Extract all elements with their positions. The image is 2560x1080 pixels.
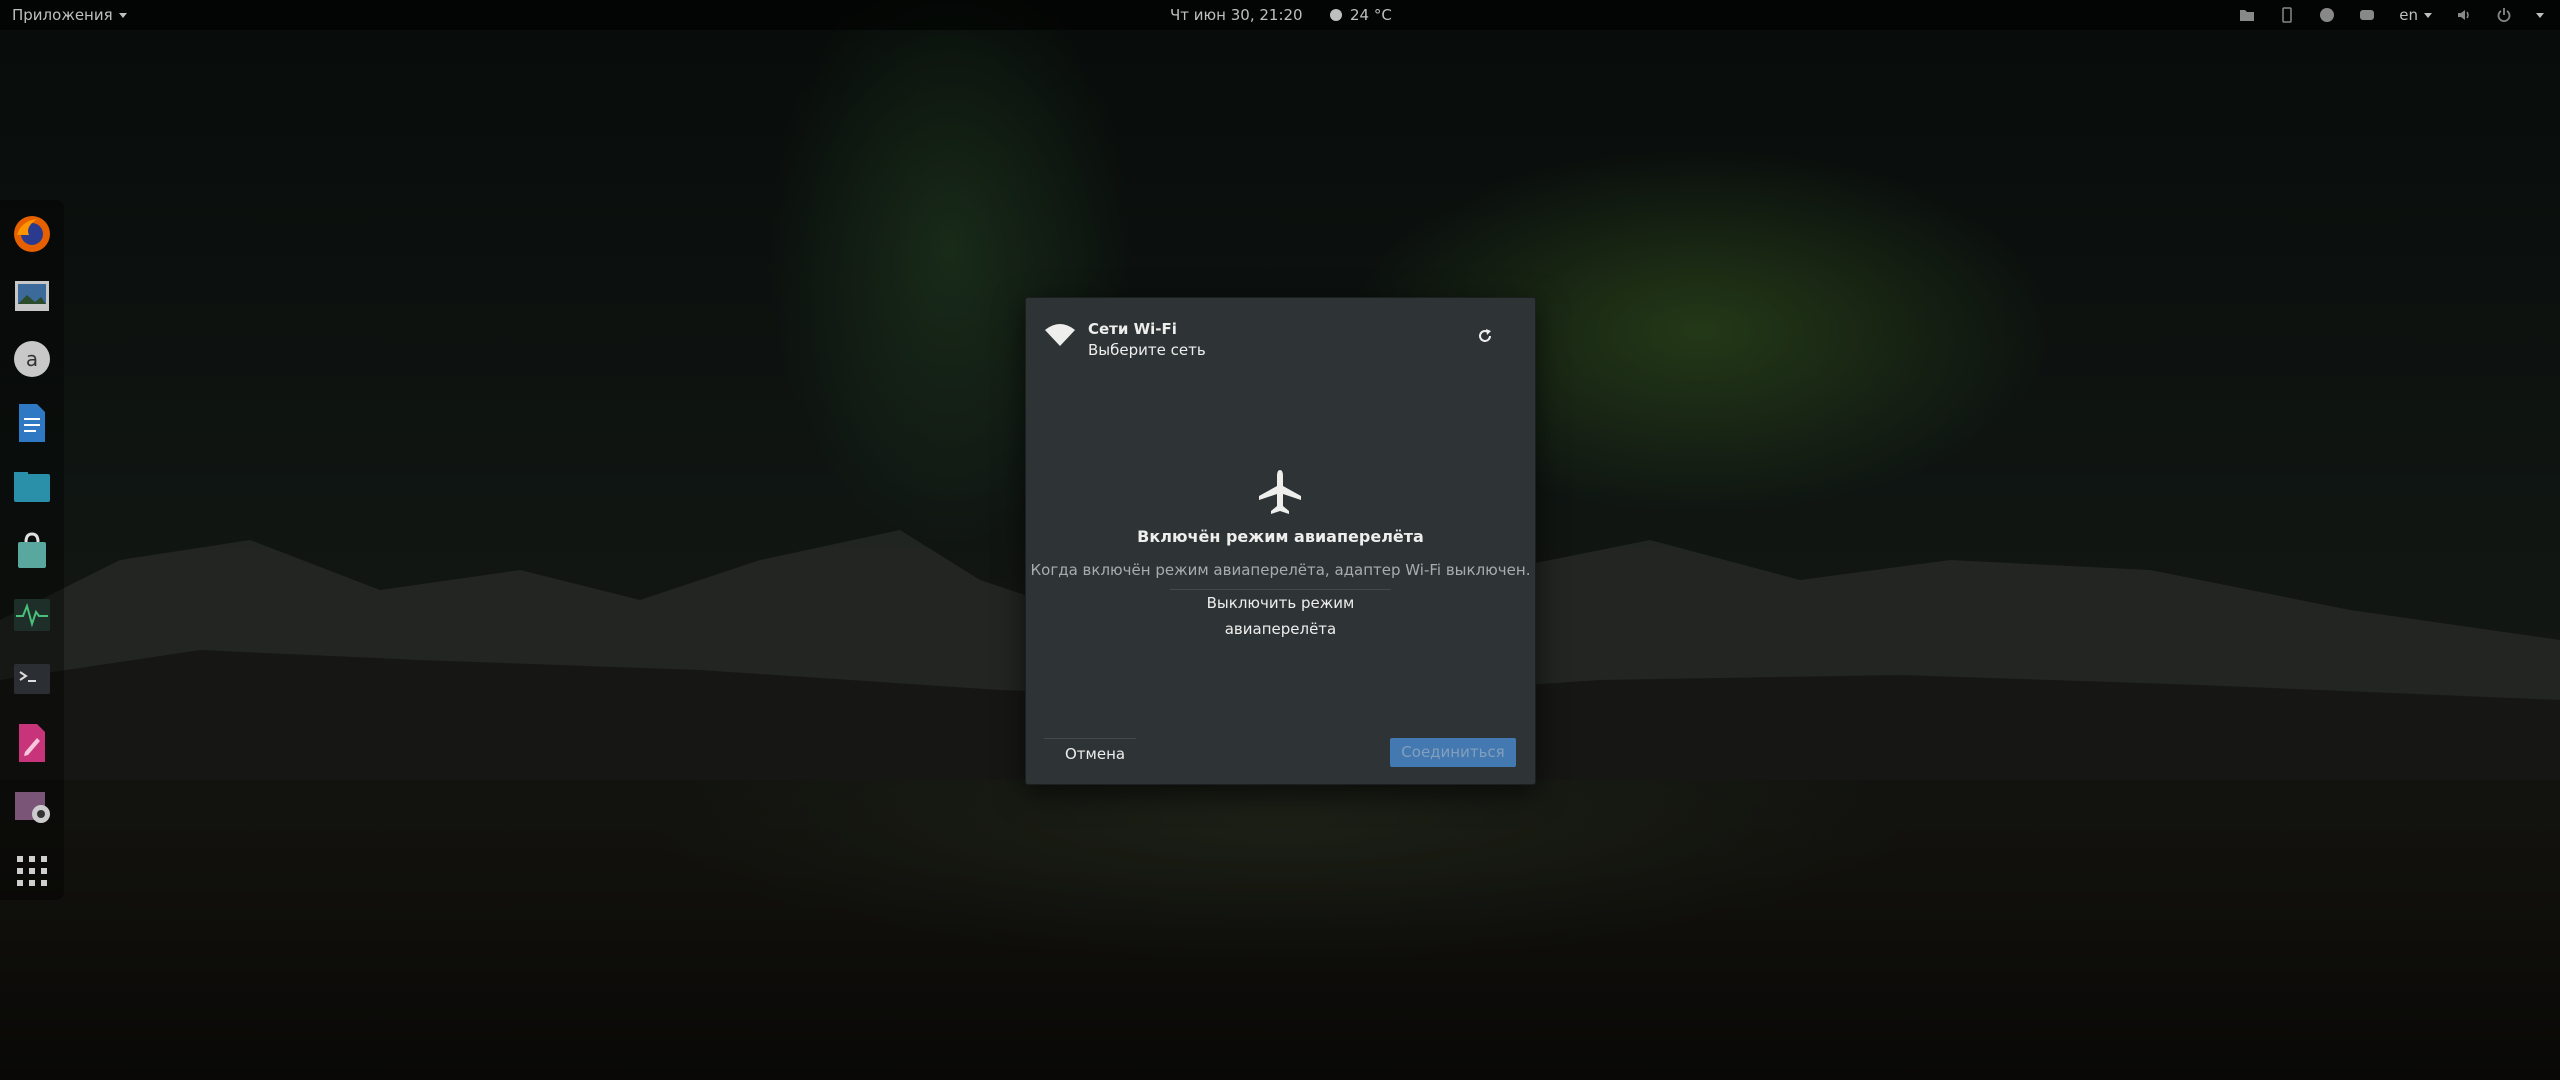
dialog-header: Сети Wi-Fi Выберите сеть xyxy=(1026,298,1535,368)
turn-off-airplane-mode-button[interactable]: Выключить режим авиаперелёта xyxy=(1170,589,1391,638)
airplane-mode-description: Когда включён режим авиаперелёта, адапте… xyxy=(1030,561,1531,579)
amazon-icon[interactable]: a xyxy=(11,338,53,380)
airplane-mode-title: Включён режим авиаперелёта xyxy=(1137,527,1424,546)
chat-icon[interactable] xyxy=(2319,7,2335,23)
dialog-subtitle: Выберите сеть xyxy=(1088,341,1206,359)
clock[interactable]: Чт июн 30, 21:20 xyxy=(1170,0,1303,30)
system-menu-chevron-icon[interactable] xyxy=(2536,12,2544,18)
clock-label: Чт июн 30, 21:20 xyxy=(1170,6,1303,24)
applications-label: Приложения xyxy=(12,6,113,24)
weather-label: 24 °C xyxy=(1350,6,1392,24)
connect-button[interactable]: Соединиться xyxy=(1390,738,1516,767)
wifi-networks-dialog: Сети Wi-Fi Выберите сеть Включён режим а… xyxy=(1025,297,1536,785)
dialog-title: Сети Wi-Fi xyxy=(1088,320,1177,338)
refresh-icon xyxy=(1479,329,1491,342)
terminal-icon[interactable] xyxy=(11,658,53,700)
screenshot-icon[interactable] xyxy=(11,786,53,828)
folder-icon[interactable] xyxy=(2239,7,2255,23)
notes-tray-icon[interactable] xyxy=(2279,7,2295,23)
chevron-down-icon xyxy=(2424,12,2432,18)
svg-text:a: a xyxy=(26,347,38,371)
wifi-icon xyxy=(1045,324,1075,346)
volume-icon[interactable] xyxy=(2456,7,2472,23)
system-tray: en xyxy=(2239,0,2544,30)
image-viewer-icon[interactable] xyxy=(11,275,53,317)
firefox-icon[interactable] xyxy=(11,213,53,255)
app-grid-icon[interactable] xyxy=(11,850,53,892)
weather-indicator[interactable]: 24 °C xyxy=(1330,0,1392,30)
software-icon[interactable] xyxy=(11,530,53,572)
language-switcher[interactable]: en xyxy=(2399,6,2432,24)
dock: a xyxy=(0,200,64,900)
system-monitor-icon[interactable] xyxy=(11,594,53,636)
airplane-icon xyxy=(1259,470,1301,514)
text-document-icon[interactable] xyxy=(11,402,53,444)
language-label: en xyxy=(2399,6,2418,24)
refresh-button[interactable] xyxy=(1475,326,1495,346)
power-icon[interactable] xyxy=(2496,7,2512,23)
cancel-button[interactable]: Отмена xyxy=(1044,738,1136,766)
top-bar: Приложения Чт июн 30, 21:20 24 °C en xyxy=(0,0,2560,30)
applications-menu[interactable]: Приложения xyxy=(12,0,127,30)
chevron-down-icon xyxy=(118,12,127,18)
messaging-icon[interactable] xyxy=(2359,7,2375,23)
files-icon[interactable] xyxy=(11,466,53,508)
moon-icon xyxy=(1330,9,1342,21)
notes-icon[interactable] xyxy=(11,722,53,764)
